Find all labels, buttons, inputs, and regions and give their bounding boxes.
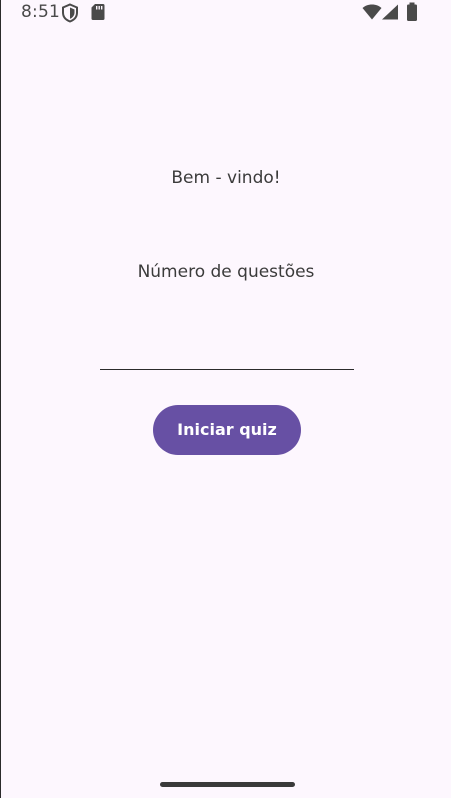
shield-icon [61, 3, 79, 27]
battery-icon [406, 2, 418, 26]
app-screen: 8:51 Bem - vindo! Número de questões Ini… [0, 0, 451, 798]
status-time: 8:51 [21, 2, 60, 22]
questions-count-input[interactable] [100, 330, 354, 370]
signal-icon [381, 4, 399, 24]
start-quiz-button[interactable]: Iniciar quiz [153, 405, 301, 455]
sd-card-icon [91, 3, 105, 25]
status-bar: 8:51 [1, 0, 451, 26]
gesture-nav-handle[interactable] [160, 782, 295, 787]
welcome-heading: Bem - vindo! [171, 168, 281, 188]
questions-count-label: Número de questões [137, 262, 315, 282]
wifi-icon [362, 4, 382, 24]
